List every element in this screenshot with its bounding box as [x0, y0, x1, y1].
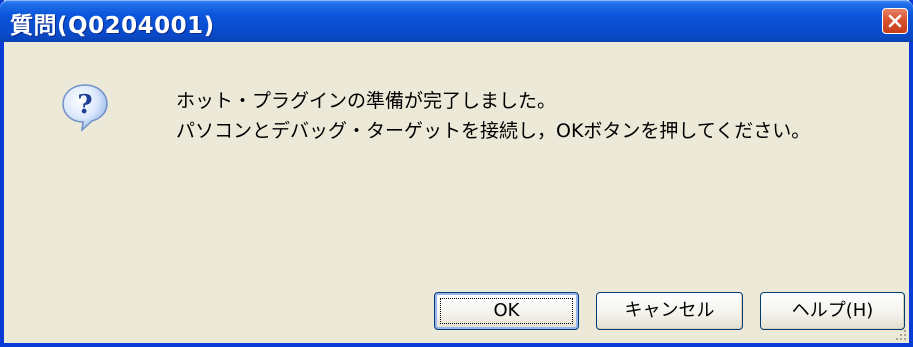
help-button[interactable]: ヘルプ(H) — [760, 292, 905, 330]
close-button[interactable] — [882, 8, 908, 34]
resize-grip-icon[interactable] — [895, 329, 907, 341]
message-text: ホット・プラグインの準備が完了しました。 パソコンとデバッグ・ターゲットを接続し… — [176, 86, 810, 146]
ok-button[interactable]: OK — [434, 292, 579, 330]
cancel-button[interactable]: キャンセル — [596, 292, 743, 330]
svg-text:?: ? — [77, 90, 92, 120]
window-title: 質問(Q0204001) — [10, 13, 215, 39]
help-button-label: ヘルプ(H) — [791, 300, 874, 321]
ok-button-label: OK — [493, 300, 520, 321]
message-line-1: ホット・プラグインの準備が完了しました。 — [176, 90, 557, 112]
title-bar[interactable]: 質問(Q0204001) — [0, 0, 913, 42]
close-icon — [888, 14, 902, 28]
message-line-2: パソコンとデバッグ・ターゲットを接続し，OKボタンを押してください。 — [176, 120, 811, 142]
dialog-window: 質問(Q0204001) ? ホット・プラグインの準備が完了しました。 パソコン… — [0, 0, 913, 347]
dialog-body: ? ホット・プラグインの準備が完了しました。 パソコンとデバッグ・ターゲットを接… — [4, 42, 909, 343]
question-icon: ? — [62, 84, 108, 132]
cancel-button-label: キャンセル — [624, 300, 715, 321]
